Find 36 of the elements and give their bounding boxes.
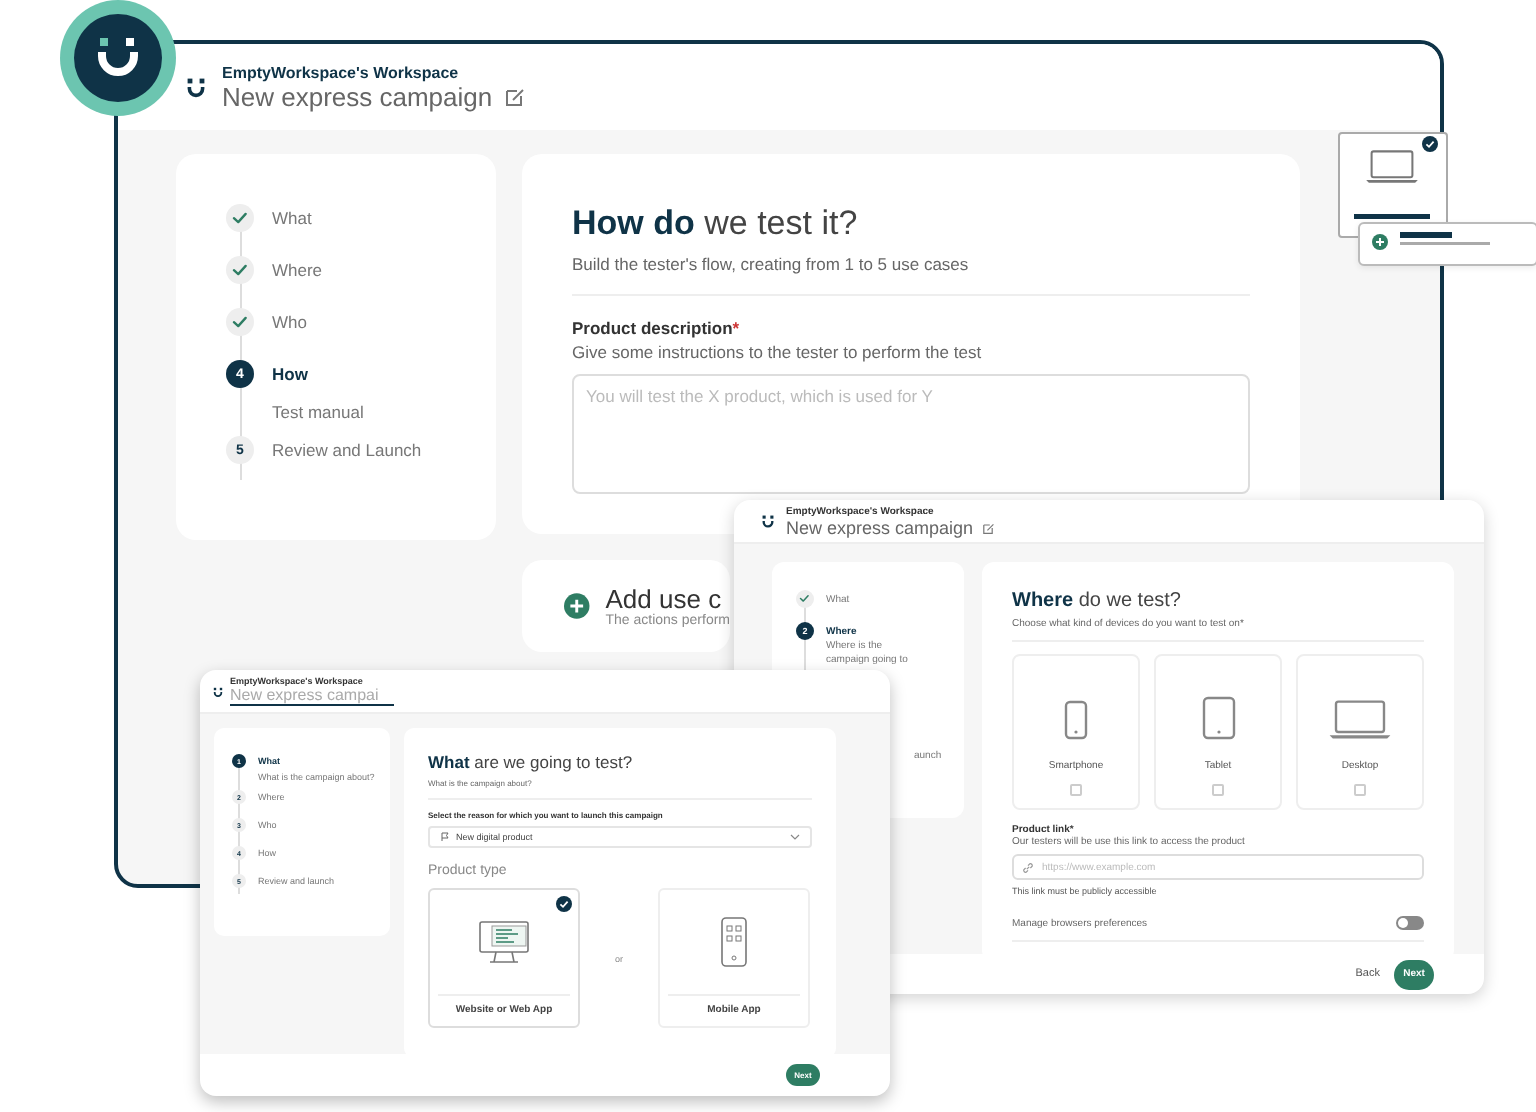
checkbox[interactable]: [1070, 784, 1082, 796]
toggle-switch[interactable]: [1396, 916, 1424, 930]
link-icon: [1022, 861, 1034, 873]
page-heading: How do we test it?: [572, 204, 860, 244]
field-label: Product description*: [572, 318, 742, 338]
workspace-name: EmptyWorkspace's Workspace: [222, 63, 461, 81]
plus-icon: [564, 592, 590, 620]
smartphone-icon: [720, 916, 748, 968]
campaign-title: New express campaign: [786, 517, 974, 537]
page-heading: What are we going to test?: [428, 752, 635, 772]
add-use-case-title: Add use c: [605, 584, 724, 614]
check-icon: [556, 896, 572, 912]
monitor-icon: [476, 918, 532, 966]
smile-logo-icon: [184, 76, 208, 98]
checkbox[interactable]: [1212, 784, 1224, 796]
field-hint: Give some instructions to the tester to perform the test: [572, 342, 984, 362]
step-label[interactable]: Where: [272, 260, 323, 280]
laptop-icon: [1328, 700, 1392, 740]
flag-icon: [440, 832, 450, 842]
smartphone-icon: [1064, 700, 1088, 740]
edit-icon[interactable]: [504, 86, 525, 106]
campaign-title: New express campaign: [222, 81, 493, 111]
page-heading: Where do we test?: [1012, 590, 1183, 614]
smile-logo-icon: [212, 685, 224, 697]
description-field[interactable]: You will test the X product, which is used for Y: [572, 374, 1250, 494]
edit-icon[interactable]: [981, 521, 994, 533]
page-subtitle: Build the tester's flow, creating from 1 to 5 use cases: [572, 254, 971, 274]
step-label[interactable]: What: [272, 208, 312, 228]
checkbox[interactable]: [1354, 784, 1366, 796]
smile-logo-icon: [760, 514, 776, 528]
step-label[interactable]: Review and Launch: [272, 440, 422, 460]
tablet-icon: [1201, 696, 1235, 740]
caret-icon: [790, 834, 800, 840]
step-label[interactable]: Who: [272, 312, 307, 332]
step-label[interactable]: How: [272, 364, 308, 384]
substep-label[interactable]: Test manual: [272, 398, 496, 426]
